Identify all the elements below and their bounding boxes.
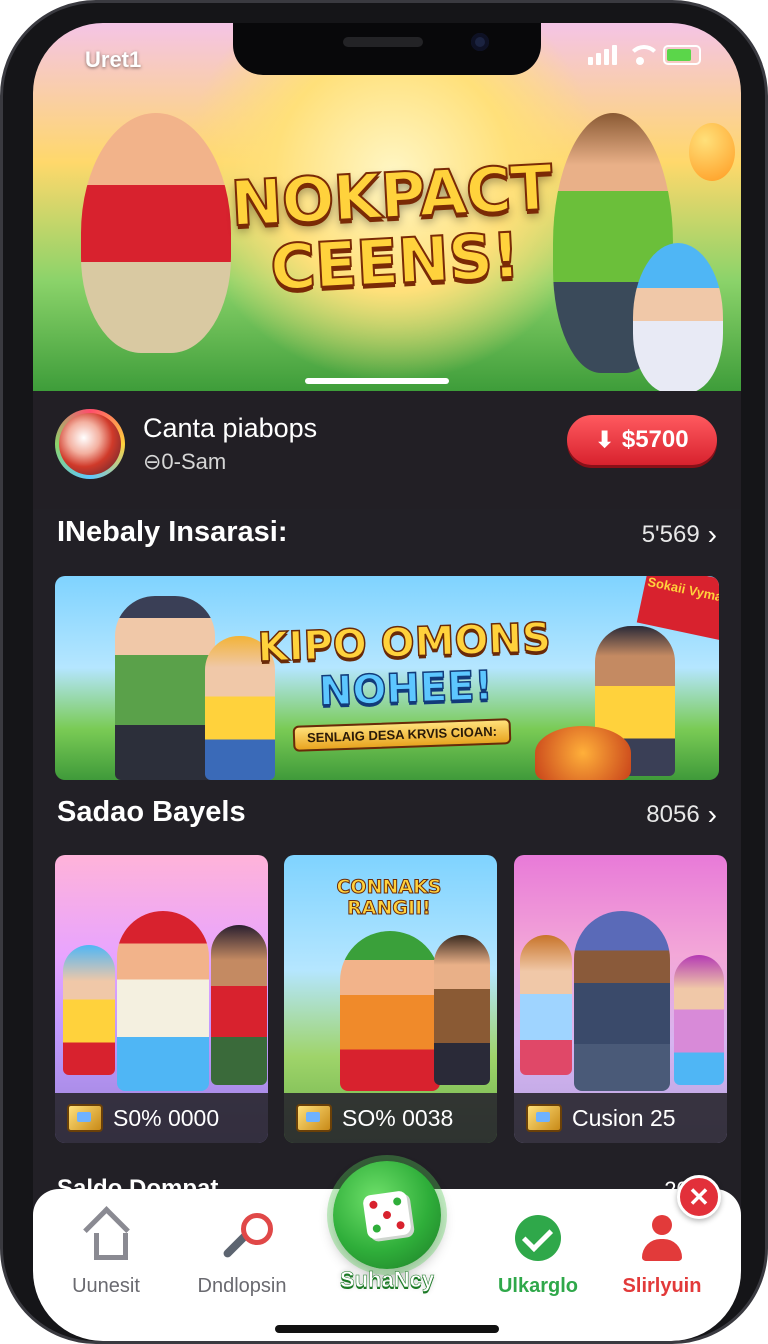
close-icon: ✕ xyxy=(688,1181,710,1212)
section-title-featured: INebaly Insarasi: xyxy=(57,516,288,548)
section-title-games: Sadao Bayels xyxy=(57,796,246,828)
home-icon xyxy=(86,1221,128,1260)
hero-title: NOKPACT CEENS! xyxy=(220,150,566,306)
promo-character-left xyxy=(115,596,215,780)
promo-title: KIPO OMONS NOHEE! xyxy=(253,614,556,717)
promo-banner[interactable]: KIPO OMONS NOHEE! SENLAIG DESA KRVIS CIO… xyxy=(55,576,719,780)
speaker-grille xyxy=(343,37,423,47)
tab-label: Dndlopsin xyxy=(197,1275,287,1297)
status-time: Uret1 xyxy=(85,47,142,72)
phone-notch xyxy=(233,23,541,75)
profile-bar: Canta piabops ⊖0-Sam ⬇ $5700 xyxy=(33,391,741,509)
wrench-icon xyxy=(217,1213,273,1263)
center-action-label[interactable]: SuhaNcy xyxy=(323,1267,451,1293)
tab-check[interactable]: Ulkarglo xyxy=(473,1213,603,1298)
tab-tools[interactable]: Dndlopsin xyxy=(177,1213,307,1298)
user-icon xyxy=(640,1215,684,1261)
tab-label: Uunesit xyxy=(72,1275,140,1297)
balance-button[interactable]: ⬇ $5700 xyxy=(567,415,717,465)
avatar[interactable] xyxy=(55,409,125,479)
carousel-indicator[interactable] xyxy=(305,378,449,384)
game-card-3[interactable]: Cusion 25 xyxy=(514,855,727,1143)
chevron-right-icon: › xyxy=(707,799,717,830)
tab-label: Ulkarglo xyxy=(497,1275,579,1297)
game-caption: SO% 0038 xyxy=(284,1093,497,1143)
game-card-1[interactable]: S0% 0000 xyxy=(55,855,268,1143)
hero-balloon xyxy=(689,123,735,181)
game-character xyxy=(340,931,440,1091)
download-icon: ⬇ xyxy=(595,427,614,452)
status-icons xyxy=(588,45,701,65)
game-character xyxy=(574,911,670,1091)
camera-icon xyxy=(471,33,489,51)
dice-icon xyxy=(362,1190,412,1240)
app-screen: NOKPACT CEENS! Uret1 Canta piabops ⊖0-Sa… xyxy=(33,23,741,1341)
battery-icon xyxy=(663,45,701,65)
check-icon xyxy=(515,1215,561,1261)
game-caption-text: S0% 0000 xyxy=(113,1104,220,1131)
tab-home[interactable]: Uunesit xyxy=(41,1213,171,1298)
signal-icon xyxy=(588,45,617,65)
section-count-games: 8056 xyxy=(646,801,700,828)
game-character-small xyxy=(520,935,572,1075)
wifi-icon xyxy=(627,45,661,65)
game-caption: Cusion 25 xyxy=(514,1093,727,1143)
close-button[interactable]: ✕ xyxy=(677,1175,721,1219)
center-action-button[interactable] xyxy=(333,1161,441,1269)
game-banner-text: CONNAKS RANGII! xyxy=(336,876,442,919)
game-caption-text: Cusion 25 xyxy=(572,1104,676,1131)
tab-profile[interactable]: Slirlyuin xyxy=(597,1213,727,1298)
section-link-games[interactable]: 8056 › xyxy=(646,799,717,831)
hero-character-child xyxy=(633,243,723,391)
game-card-2[interactable]: CONNAKS RANGII! SO% 0038 xyxy=(284,855,497,1143)
chevron-right-icon: › xyxy=(707,519,717,550)
game-character-side xyxy=(434,935,490,1085)
game-character-side xyxy=(211,925,267,1085)
home-indicator[interactable] xyxy=(275,1325,499,1333)
ticket-icon xyxy=(526,1104,562,1132)
ticket-icon xyxy=(296,1104,332,1132)
ticket-icon xyxy=(67,1104,103,1132)
game-character-side xyxy=(674,955,724,1085)
promo-ribbon: SENLAIG DESA KRVIS CIOAN: xyxy=(292,718,512,752)
promo-pizza xyxy=(535,726,631,780)
game-character-small xyxy=(63,945,115,1075)
game-caption-text: SO% 0038 xyxy=(342,1104,454,1131)
game-character xyxy=(117,911,209,1091)
profile-name: Canta piabops xyxy=(143,413,318,443)
hero-title-line2: CEENS! xyxy=(267,217,522,305)
tab-label: Slirlyuin xyxy=(622,1275,702,1297)
balance-value: $5700 xyxy=(621,426,689,453)
bottom-tab-bar: Uunesit Dndlopsin SuhaNcy Ulkarglo Slirl… xyxy=(33,1161,741,1341)
phone-frame: NOKPACT CEENS! Uret1 Canta piabops ⊖0-Sa… xyxy=(0,0,768,1344)
section-link-featured[interactable]: 5'569 › xyxy=(642,519,717,551)
hero-character-left xyxy=(81,113,231,353)
section-count-featured: 5'569 xyxy=(641,521,700,548)
game-caption: S0% 0000 xyxy=(55,1093,268,1143)
hero-banner[interactable]: NOKPACT CEENS! xyxy=(33,23,741,391)
avatar-image xyxy=(59,413,121,475)
profile-subtitle: ⊖0-Sam xyxy=(143,449,227,474)
